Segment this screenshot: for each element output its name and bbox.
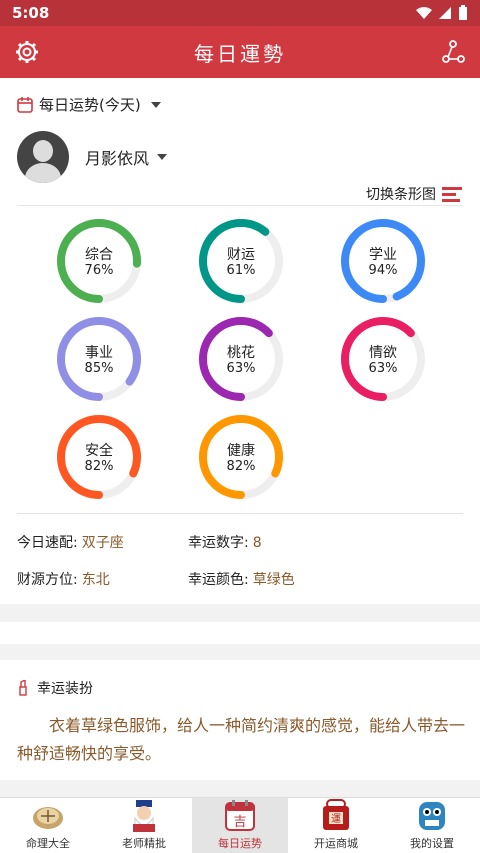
fortune-ring: 情欲 63% (339, 315, 427, 403)
ring-label: 桃花 (227, 345, 255, 361)
ring-value: 76% (84, 263, 114, 278)
wifi-icon (416, 7, 432, 19)
battery-icon (459, 5, 467, 20)
svg-text:運: 運 (331, 813, 341, 825)
ring-value: 63% (368, 361, 398, 376)
tab-label: 每日运势 (218, 837, 262, 850)
tab-label: 我的设置 (410, 837, 454, 850)
lucky-title: 幸运装扮 (37, 681, 93, 697)
share-icon[interactable] (440, 39, 466, 65)
ring-label: 综合 (85, 247, 113, 263)
ring-label: 情欲 (369, 345, 397, 361)
ring-value: 94% (368, 263, 398, 278)
divider (17, 513, 463, 514)
compass-icon (31, 798, 65, 832)
fortune-ring: 安全 82% (55, 413, 143, 501)
profile-icon (415, 798, 449, 832)
match-value: 双子座 (81, 535, 124, 551)
section-title: 每日运势(今天) (39, 96, 141, 114)
ring-label: 财运 (227, 247, 255, 263)
fortune-ring: 事业 85% (55, 315, 143, 403)
tab-label: 开运商城 (314, 837, 358, 850)
fortune-date-selector[interactable]: 每日运势(今天) (17, 94, 161, 115)
tab-label: 命理大全 (26, 837, 70, 850)
lipstick-icon (19, 680, 27, 696)
color-label: 幸运颜色: (188, 572, 249, 588)
shop-icon: 運 (319, 798, 353, 832)
status-time: 5:08 (12, 4, 50, 22)
ring-label: 事业 (85, 345, 113, 361)
svg-text:吉: 吉 (233, 815, 246, 830)
avatar (17, 131, 69, 183)
ring-label: 学业 (369, 247, 397, 263)
profile-name: 月影依风 (85, 149, 150, 168)
section-gap (0, 780, 480, 797)
divider (17, 205, 463, 206)
bar-chart-icon (442, 187, 462, 202)
fortune-ring: 学业 94% (339, 217, 427, 305)
section-gap (0, 604, 480, 622)
toggle-label: 切换条形图 (366, 187, 436, 203)
ring-value: 85% (84, 361, 114, 376)
calendar-icon: 吉 (223, 798, 257, 832)
ring-value: 63% (226, 361, 256, 376)
ring-value: 82% (226, 459, 256, 474)
tab-shop[interactable]: 運开运商城 (288, 798, 384, 853)
info-match: 今日速配: 双子座 (17, 532, 124, 552)
chevron-down-icon (157, 154, 168, 160)
direction-value: 东北 (81, 572, 110, 588)
fortune-ring: 健康 82% (197, 413, 285, 501)
info-color: 幸运颜色: 草绿色 (188, 569, 295, 589)
toggle-bar-chart-button[interactable]: 切换条形图 (366, 184, 462, 204)
tab-compass[interactable]: 命理大全 (0, 798, 96, 853)
signal-icon (439, 7, 451, 19)
lucky-outfit-header: 幸运装扮 (17, 678, 93, 698)
fortune-ring: 桃花 63% (197, 315, 285, 403)
number-label: 幸运数字: (188, 535, 249, 551)
section-gap (0, 644, 480, 660)
tab-label: 老师精批 (122, 837, 166, 850)
status-bar: 5:08 (0, 0, 480, 26)
tab-calendar[interactable]: 吉每日运势 (192, 798, 288, 853)
bottom-tab-bar: 命理大全 老师精批吉每日运势運开运商城 我的设置 (0, 797, 480, 853)
fortune-ring: 财运 61% (197, 217, 285, 305)
app-bar: 每日運勢 (0, 26, 480, 78)
number-value: 8 (252, 535, 262, 551)
ring-label: 健康 (227, 443, 255, 459)
app-title: 每日運勢 (194, 41, 286, 66)
profile-row[interactable]: 月影依风 (17, 131, 168, 183)
master-icon (127, 798, 161, 832)
info-direction: 财源方位: 东北 (17, 569, 110, 589)
info-number: 幸运数字: 8 (188, 532, 262, 552)
tab-profile[interactable]: 我的设置 (384, 798, 480, 853)
ring-value: 82% (84, 459, 114, 474)
match-label: 今日速配: (17, 535, 78, 551)
ring-label: 安全 (85, 443, 113, 459)
calendar-icon (17, 96, 33, 113)
chevron-down-icon (150, 101, 161, 108)
direction-label: 财源方位: (17, 572, 78, 588)
ring-value: 61% (226, 263, 256, 278)
settings-gear-icon[interactable] (14, 39, 40, 65)
fortune-ring: 综合 76% (55, 217, 143, 305)
color-value: 草绿色 (252, 572, 295, 588)
tab-master[interactable]: 老师精批 (96, 798, 192, 853)
lucky-outfit-text: 衣着草绿色服饰，给人一种简约清爽的感觉，能给人带去一种舒适畅快的享受。 (17, 716, 466, 763)
